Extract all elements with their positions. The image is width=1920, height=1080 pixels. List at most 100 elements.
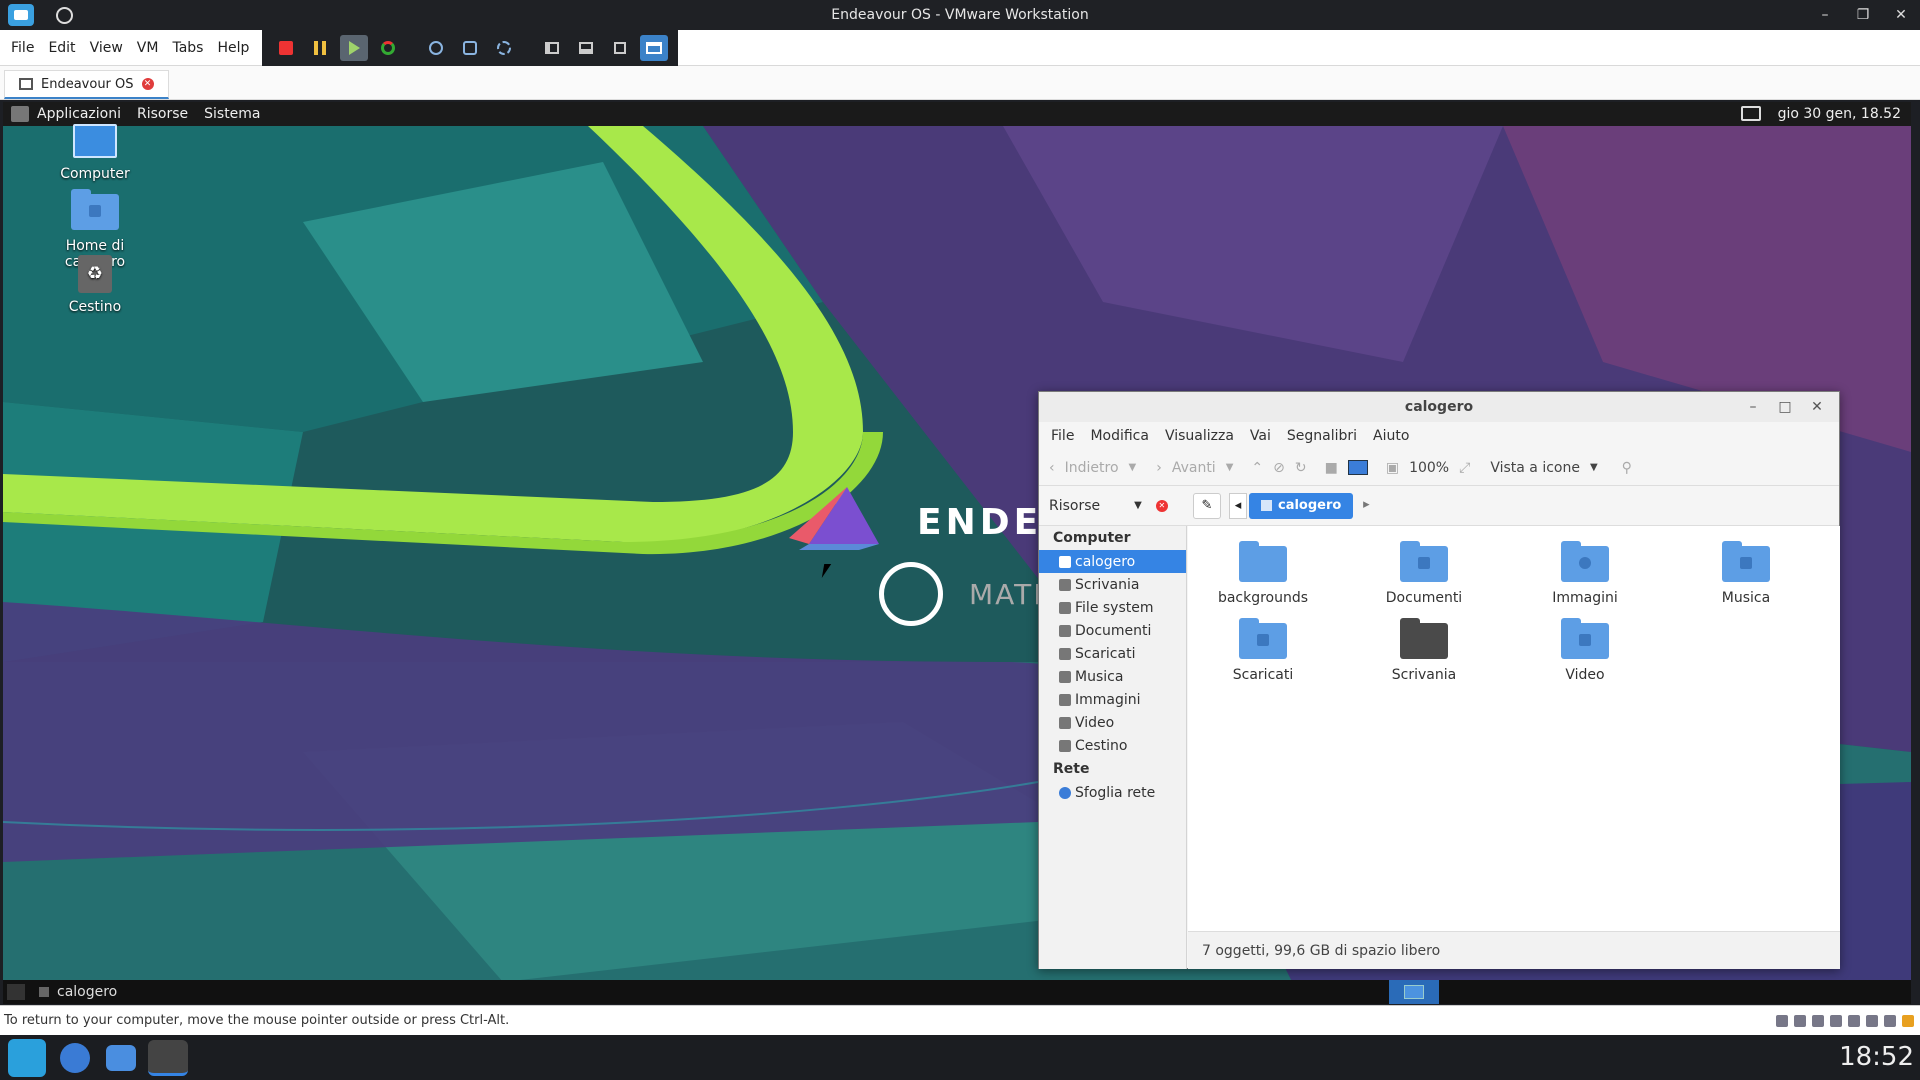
forward-history-icon[interactable]: ▼ — [1226, 462, 1234, 473]
menu-applicazioni[interactable]: Applicazioni — [29, 106, 129, 122]
file-item-scrivania[interactable]: Scrivania — [1349, 618, 1499, 683]
sidebar-item-file-system[interactable]: File system — [1039, 596, 1186, 619]
snapshot-icon[interactable] — [422, 35, 450, 61]
window-list-item[interactable]: calogero — [39, 984, 117, 1000]
restore-icon[interactable]: ❐ — [1844, 0, 1882, 30]
tab-endeavour-os[interactable]: Endeavour OS ✕ — [4, 70, 169, 99]
reset-icon[interactable] — [374, 35, 402, 61]
forward-arrow-icon[interactable]: › — [1156, 460, 1162, 476]
zoom-out-icon[interactable]: ▣ — [1386, 460, 1399, 476]
maximize-icon[interactable]: □ — [1769, 392, 1801, 422]
zoom-in-icon[interactable]: ⤢ — [1459, 460, 1470, 476]
file-item-scaricati[interactable]: Scaricati — [1188, 618, 1338, 683]
sound-icon[interactable] — [1848, 1015, 1860, 1027]
hard-disk-icon[interactable] — [1776, 1015, 1788, 1027]
minimize-icon[interactable]: – — [1806, 0, 1844, 30]
cd-drive-icon[interactable] — [1794, 1015, 1806, 1027]
menu-file[interactable]: File — [4, 40, 41, 56]
file-item-video[interactable]: Video — [1510, 618, 1660, 683]
workspace-switcher[interactable] — [1389, 980, 1439, 1004]
sidebar-item-immagini[interactable]: Immagini — [1039, 688, 1186, 711]
menu-segnalibri[interactable]: Segnalibri — [1279, 428, 1365, 444]
chevron-down-icon[interactable]: ▼ — [1590, 462, 1598, 473]
fullscreen-icon[interactable] — [606, 35, 634, 61]
sidebar-toggle-icon[interactable] — [538, 35, 566, 61]
close-sidebar-icon[interactable]: ✕ — [1155, 499, 1168, 512]
guest-clock[interactable]: gio 30 gen, 18.52 — [1778, 102, 1901, 126]
menu-visualizza[interactable]: Visualizza — [1157, 428, 1242, 444]
file-manager-titlebar[interactable]: calogero – □ ✕ — [1039, 392, 1839, 422]
sidebar-item-musica[interactable]: Musica — [1039, 665, 1186, 688]
thumbnail-bar-icon[interactable] — [572, 35, 600, 61]
unity-view-icon[interactable] — [640, 34, 669, 61]
close-icon[interactable]: ✕ — [1882, 0, 1920, 30]
sidebar-item-cestino[interactable]: Cestino — [1039, 734, 1186, 757]
menu-aiuto[interactable]: Aiuto — [1365, 428, 1417, 444]
applications-icon[interactable] — [11, 106, 29, 122]
menu-sistema[interactable]: Sistema — [196, 106, 268, 122]
edit-location-icon[interactable]: ✎ — [1193, 492, 1221, 519]
sidebar-item-sfoglia-rete[interactable]: Sfoglia rete — [1039, 781, 1186, 804]
vmware-app-icon[interactable] — [8, 4, 34, 26]
zoom-level[interactable]: 100% — [1409, 460, 1449, 476]
network-adapter-icon[interactable] — [1812, 1015, 1824, 1027]
message-icon[interactable] — [1902, 1015, 1914, 1027]
chevron-down-icon[interactable]: ▼ — [1134, 500, 1142, 511]
file-manager-icon[interactable] — [106, 1044, 136, 1071]
back-history-icon[interactable]: ▼ — [1129, 462, 1137, 473]
reload-icon[interactable]: ↻ — [1295, 460, 1307, 476]
play-icon[interactable] — [340, 34, 369, 61]
file-item-immagini[interactable]: Immagini — [1510, 541, 1660, 606]
snapshot-manager-icon[interactable] — [490, 35, 518, 61]
sidebar-item-video[interactable]: Video — [1039, 711, 1186, 734]
usb-icon[interactable] — [1830, 1015, 1842, 1027]
file-icon-view[interactable]: backgrounds Documenti Immagini Musica Sc… — [1188, 526, 1840, 931]
vmware-task-icon[interactable] — [148, 1039, 188, 1076]
file-item-backgrounds[interactable]: backgrounds — [1188, 541, 1338, 606]
suspend-icon[interactable] — [306, 35, 334, 61]
path-forward-icon[interactable]: ▸ — [1357, 493, 1375, 519]
menu-help[interactable]: Help — [210, 40, 256, 56]
menu-edit[interactable]: Edit — [41, 40, 82, 56]
display-icon[interactable] — [1884, 1015, 1896, 1027]
up-icon[interactable]: ⌃ — [1251, 460, 1263, 476]
start-menu-icon[interactable] — [8, 1038, 46, 1077]
menu-view[interactable]: View — [83, 40, 130, 56]
sidebar-item-calogero[interactable]: calogero — [1039, 550, 1186, 573]
path-button-calogero[interactable]: calogero — [1249, 492, 1354, 519]
printer-icon[interactable] — [1866, 1015, 1878, 1027]
show-desktop-icon[interactable] — [7, 984, 25, 1000]
search-icon[interactable]: ⚲ — [1622, 460, 1632, 476]
sidebar-item-documenti[interactable]: Documenti — [1039, 619, 1186, 642]
tab-close-icon[interactable]: ✕ — [141, 78, 154, 90]
menu-risorse[interactable]: Risorse — [129, 106, 196, 122]
sidebar-selector[interactable]: Risorse ▼ ✕ — [1039, 486, 1187, 526]
desktop-icon-computer[interactable]: Computer — [35, 124, 155, 182]
stop-icon[interactable]: ⊘ — [1273, 460, 1285, 476]
view-mode-select[interactable]: Vista a icone — [1490, 460, 1580, 476]
back-arrow-icon[interactable]: ‹ — [1049, 460, 1055, 476]
menu-modifica[interactable]: Modifica — [1082, 428, 1157, 444]
desktop-icon-trash[interactable]: ♻ Cestino — [35, 255, 155, 315]
guest-screen[interactable]: Applicazioni Risorse Sistema gio 30 gen,… — [3, 102, 1911, 1004]
sidebar-item-scrivania[interactable]: Scrivania — [1039, 573, 1186, 596]
close-icon[interactable]: ✕ — [1801, 392, 1833, 422]
minimize-icon[interactable]: – — [1737, 392, 1769, 422]
computer-icon[interactable] — [1347, 460, 1368, 475]
menu-vai[interactable]: Vai — [1242, 428, 1279, 444]
menu-tabs[interactable]: Tabs — [165, 40, 210, 56]
path-back-icon[interactable]: ◂ — [1229, 492, 1247, 519]
sidebar-item-scaricati[interactable]: Scaricati — [1039, 642, 1186, 665]
forward-button[interactable]: Avanti — [1172, 460, 1216, 476]
circle-icon[interactable] — [56, 6, 73, 24]
revert-snapshot-icon[interactable] — [456, 35, 484, 61]
browser-icon[interactable] — [60, 1042, 90, 1073]
menu-file[interactable]: File — [1043, 428, 1082, 444]
file-item-musica[interactable]: Musica — [1671, 541, 1821, 606]
home-icon[interactable]: ■ — [1325, 460, 1338, 476]
back-button[interactable]: Indietro — [1065, 460, 1119, 476]
host-clock[interactable]: 18:52 — [1839, 1035, 1914, 1080]
display-icon[interactable] — [1741, 106, 1761, 121]
file-item-documenti[interactable]: Documenti — [1349, 541, 1499, 606]
power-off-icon[interactable] — [272, 35, 300, 61]
